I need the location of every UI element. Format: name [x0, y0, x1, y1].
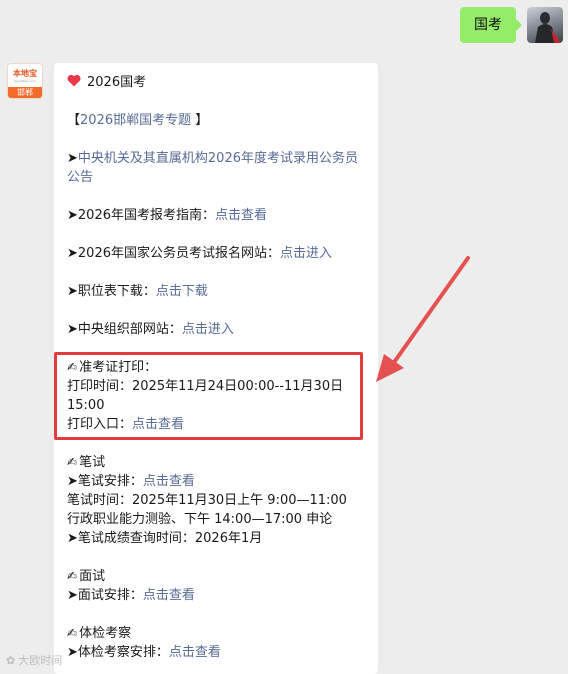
arrow-icon: ➤	[67, 246, 78, 261]
annotation-arrow-icon	[376, 256, 470, 382]
writing-hand-icon: ✍	[67, 626, 78, 640]
arrow-icon: ➤	[67, 284, 78, 299]
registration-site-link[interactable]: 点击进入	[280, 246, 332, 261]
interview-arrange-label: ➤面试安排：	[67, 588, 143, 603]
position-table-item: ➤职位表下载：点击下载	[67, 282, 365, 301]
arrow-icon: ➤	[67, 151, 78, 166]
user-avatar[interactable]	[527, 7, 563, 43]
watermark-text: 大欧时间	[18, 654, 63, 667]
logo-city: 邯郸	[8, 87, 42, 98]
interview-arrange-line: ➤面试安排：点击查看	[67, 586, 365, 605]
topic-line: 【2026邯郸国考专题 】	[67, 111, 365, 130]
written-heading: 笔试	[79, 455, 106, 470]
arrow-icon: ➤	[67, 208, 78, 223]
written-heading-line: ✍ 笔试	[67, 453, 365, 472]
topic-bracket-open: 【	[67, 113, 81, 128]
sent-message-bubble[interactable]: 国考	[460, 7, 522, 43]
org-dept-site-item: ➤中央组织部网站：点击进入	[67, 320, 365, 339]
guide-label: 2026年国考报考指南：	[77, 208, 215, 223]
watermark-icon: ✿	[6, 653, 16, 667]
written-arrange-link[interactable]: 点击查看	[143, 474, 195, 489]
registration-site-item: ➤2026年国家公务员考试报名网站：点击进入	[67, 244, 365, 263]
watermark: ✿ 大欧时间	[6, 652, 62, 668]
position-table-link[interactable]: 点击下载	[156, 284, 208, 299]
written-subjects-line: 行政职业能力测验、下午 14:00—17:00 申论	[67, 512, 333, 527]
admission-time-line: 打印时间：2025年11月24日00:00--11月30日	[67, 379, 344, 394]
writing-hand-icon: ✍	[67, 455, 78, 469]
admission-time-line-cont: 15:00	[67, 398, 105, 413]
interview-arrange-link[interactable]: 点击查看	[143, 588, 195, 603]
written-score-line: ➤笔试成绩查询时间：2026年1月	[67, 531, 263, 546]
physical-arrange-label: ➤体检考察安排：	[67, 645, 169, 660]
topic-link[interactable]: 2026邯郸国考专题	[80, 113, 191, 128]
message-title: 2026国考	[87, 75, 147, 90]
announcement-link[interactable]: 中央机关及其直属机构2026年度考试录用公务员公告	[67, 151, 358, 185]
interview-heading-line: ✍ 面试	[67, 567, 365, 586]
physical-heading: 体检考察	[79, 626, 132, 641]
physical-arrange-link[interactable]: 点击查看	[169, 645, 221, 660]
guide-link[interactable]: 点击查看	[215, 208, 267, 223]
bendibao-logo: 本地宝 bendibao.com	[8, 64, 42, 87]
logo-text: 本地宝	[13, 68, 37, 78]
announcement-item: ➤中央机关及其直属机构2026年度考试录用公务员公告	[67, 149, 365, 187]
org-dept-site-link[interactable]: 点击进入	[182, 322, 234, 337]
admission-heading: 准考证打印：	[79, 360, 158, 375]
guide-item: ➤2026年国考报考指南：点击查看	[67, 206, 365, 225]
writing-hand-icon: ✍	[67, 360, 78, 374]
position-table-label: 职位表下载：	[77, 284, 156, 299]
admission-entry-link[interactable]: 点击查看	[132, 417, 184, 432]
sent-message-row: 国考	[460, 7, 563, 43]
writing-hand-icon: ✍	[67, 569, 78, 583]
physical-arrange-line: ➤体检考察安排：点击查看	[67, 643, 365, 662]
heart-icon	[67, 74, 81, 87]
written-arrange-line: ➤笔试安排：点击查看	[67, 472, 365, 491]
admission-heading-line: ✍ 准考证打印：	[67, 358, 365, 377]
arrow-icon: ➤	[67, 322, 78, 337]
registration-site-label: 2026年国家公务员考试报名网站：	[77, 246, 280, 261]
admission-entry-line: 打印入口：点击查看	[67, 415, 365, 434]
received-message-bubble: 2026国考 【2026邯郸国考专题 】 ➤中央机关及其直属机构2026年度考试…	[54, 63, 378, 674]
written-arrange-label: ➤笔试安排：	[67, 474, 143, 489]
written-time-line: 笔试时间：2025年11月30日上午 9:00—11:00	[67, 493, 347, 508]
logo-subtext: bendibao.com	[14, 78, 36, 83]
admission-entry-label: 打印入口：	[67, 417, 133, 432]
topic-bracket-close: 】	[191, 113, 209, 128]
org-dept-site-label: 中央组织部网站：	[77, 322, 182, 337]
interview-heading: 面试	[79, 569, 106, 584]
official-account-avatar[interactable]: 本地宝 bendibao.com 邯郸	[7, 63, 43, 99]
physical-heading-line: ✍ 体检考察	[67, 624, 365, 643]
message-title-line: 2026国考	[67, 73, 365, 92]
